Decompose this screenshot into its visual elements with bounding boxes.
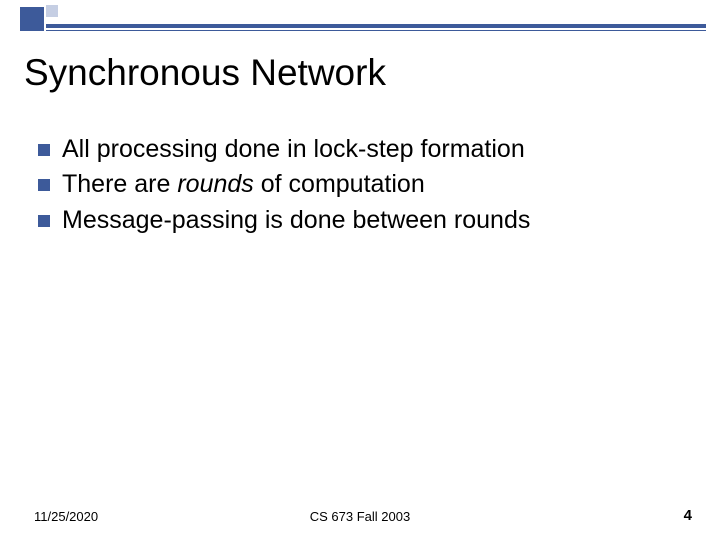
- slide-body: All processing done in lock-step formati…: [38, 134, 678, 240]
- list-item: Message-passing is done between rounds: [38, 205, 678, 236]
- list-item: There are rounds of computation: [38, 169, 678, 200]
- bullet-icon: [38, 215, 50, 227]
- slide-footer: 11/25/2020 CS 673 Fall 2003 4: [0, 504, 720, 524]
- bullet-icon: [38, 144, 50, 156]
- header-rule-thin: [46, 30, 706, 31]
- slide-title: Synchronous Network: [24, 52, 386, 94]
- bullet-icon: [38, 179, 50, 191]
- header-rule-thick: [46, 24, 706, 28]
- bullet-text: There are rounds of computation: [62, 169, 425, 200]
- list-item: All processing done in lock-step formati…: [38, 134, 678, 165]
- accent-square-small: [46, 5, 58, 17]
- footer-course: CS 673 Fall 2003: [0, 509, 720, 524]
- slide: Synchronous Network All processing done …: [0, 0, 720, 540]
- bullet-text: Message-passing is done between rounds: [62, 205, 530, 236]
- footer-page-number: 4: [684, 507, 692, 524]
- bullet-text: All processing done in lock-step formati…: [62, 134, 525, 165]
- accent-square-large: [20, 7, 44, 31]
- header-decoration: [0, 0, 720, 36]
